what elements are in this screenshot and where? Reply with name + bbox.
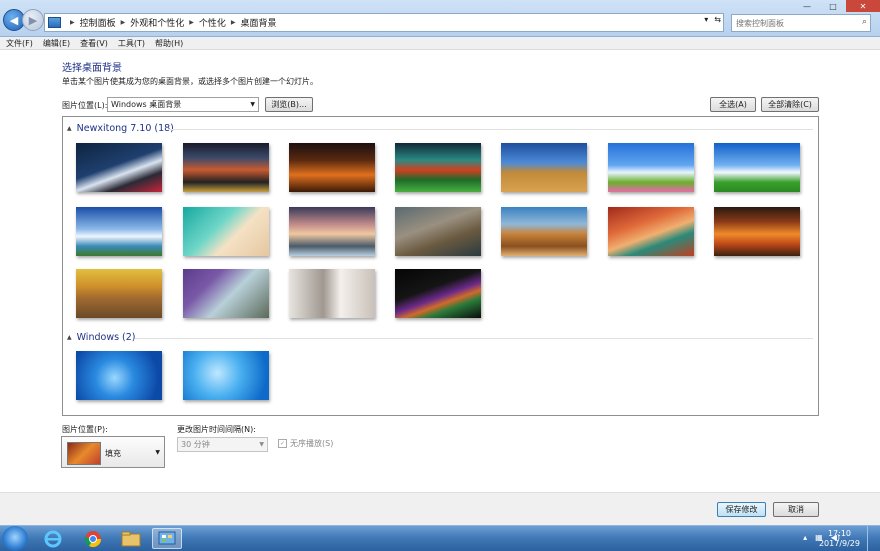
- clock-time: 17:10: [827, 529, 852, 538]
- breadcrumb-separator-icon: ▶: [70, 19, 75, 26]
- file-explorer-icon[interactable]: [116, 528, 146, 549]
- show-desktop-button[interactable]: [867, 526, 880, 551]
- wallpaper-thumbnail-autumn-flood-trees[interactable]: [76, 269, 162, 318]
- wallpaper-thumbnail-city-street-night[interactable]: [183, 143, 269, 192]
- menu-edit[interactable]: 编辑(E): [43, 38, 70, 49]
- group-header-newxitong[interactable]: ▲ Newxitong 7.10 (18): [67, 123, 174, 134]
- page-title: 选择桌面背景: [62, 63, 122, 74]
- page-description: 单击某个图片使其成为您的桌面背景，或选择多个图片创建一个幻灯片。: [62, 77, 318, 86]
- interval-value: 30 分钟: [181, 440, 210, 449]
- maximize-button[interactable]: □: [820, 0, 846, 12]
- breadcrumb: ▶ 控制面板 ▶ 外观和个性化 ▶ 个性化 ▶ 桌面背景: [65, 16, 277, 29]
- forward-button[interactable]: ▶: [22, 9, 44, 31]
- chevron-down-icon: ▼: [250, 101, 255, 108]
- collapse-icon[interactable]: ▲: [67, 125, 72, 132]
- search-input[interactable]: [732, 17, 848, 29]
- picture-position-value: 填充: [105, 449, 121, 458]
- picture-location-label: 图片位置(L):: [62, 101, 108, 110]
- wallpaper-thumbnail-sunset-lake-trees[interactable]: [714, 207, 800, 256]
- breadcrumb-separator-icon: ▶: [230, 19, 236, 26]
- clock-date: 2017/9/29: [818, 539, 860, 548]
- start-button[interactable]: [2, 526, 28, 551]
- select-all-button[interactable]: 全选(A): [710, 97, 756, 112]
- picture-location-select[interactable]: Windows 桌面背景 ▼: [107, 97, 259, 112]
- search-icon[interactable]: ⌕: [862, 17, 867, 27]
- cancel-button[interactable]: 取消: [773, 502, 819, 517]
- control-panel-taskbar-icon[interactable]: [152, 528, 182, 549]
- title-bar: ◀ ▶ ▶ 控制面板 ▶ 外观和个性化 ▶ 个性化 ▶ 桌面背景 ▾ ⇆ ⌕ —…: [0, 0, 880, 37]
- picture-position-select[interactable]: 填充 ▼: [61, 436, 165, 468]
- wallpaper-thumbnail-green-field-sky[interactable]: [714, 143, 800, 192]
- group-header-windows[interactable]: ▲ Windows (2): [67, 332, 136, 343]
- menu-view[interactable]: 查看(V): [80, 38, 108, 49]
- wallpaper-thumbnail-daisy-meadow[interactable]: [608, 143, 694, 192]
- interval-label: 更改图片时间间隔(N):: [177, 425, 256, 434]
- menu-bar: 文件(F) 编辑(E) 查看(V) 工具(T) 帮助(H): [0, 37, 880, 50]
- group-title: Newxitong 7.10 (18): [76, 123, 174, 134]
- shuffle-label: 无序播放(S): [290, 439, 334, 448]
- menu-help[interactable]: 帮助(H): [155, 38, 183, 49]
- wallpaper-thumbnail-coast-rocks-sunset[interactable]: [289, 207, 375, 256]
- breadcrumb-control-panel[interactable]: 控制面板: [80, 16, 116, 29]
- wallpaper-thumbnail-cliff-waterfall[interactable]: [395, 207, 481, 256]
- group-title: Windows (2): [76, 332, 136, 343]
- chrome-icon[interactable]: [78, 528, 108, 549]
- shuffle-checkbox[interactable]: ✓ 无序播放(S): [278, 438, 333, 449]
- wallpaper-thumbnail-windows7-logo[interactable]: [76, 351, 162, 400]
- wallpaper-gallery[interactable]: ▲ Newxitong 7.10 (18) ▲ Windows (2): [62, 116, 819, 416]
- wallpaper-thumbnail-wind-turbine-coast[interactable]: [76, 207, 162, 256]
- breadcrumb-appearance[interactable]: 外观和个性化: [130, 16, 184, 29]
- breadcrumb-separator-icon: ▶: [189, 19, 194, 26]
- tray-arrow-icon[interactable]: ▴: [803, 533, 807, 542]
- wallpaper-thumbnail-sunset-grass[interactable]: [289, 143, 375, 192]
- interval-select[interactable]: 30 分钟 ▼: [177, 437, 268, 452]
- wallpaper-thumbnail-girl-window[interactable]: [289, 269, 375, 318]
- breadcrumb-separator-icon: ▶: [120, 19, 126, 26]
- wallpaper-thumbnail-rainbow-dark[interactable]: [395, 269, 481, 318]
- wallpaper-thumbnail-chainlink-fence-hand[interactable]: [183, 269, 269, 318]
- refresh-icon[interactable]: ⇆: [714, 15, 721, 24]
- wallpaper-thumbnail-windows-daisies[interactable]: [183, 351, 269, 400]
- checkbox-icon[interactable]: ✓: [278, 439, 287, 448]
- wallpaper-thumbnail-green-road-sunset[interactable]: [395, 143, 481, 192]
- internet-explorer-icon[interactable]: [38, 528, 68, 549]
- save-button[interactable]: 保存修改: [717, 502, 766, 517]
- breadcrumb-desktop-background[interactable]: 桌面背景: [241, 16, 277, 29]
- address-bar[interactable]: ▶ 控制面板 ▶ 外观和个性化 ▶ 个性化 ▶ 桌面背景 ▾ ⇆: [44, 13, 724, 32]
- group-divider: [135, 338, 813, 339]
- breadcrumb-personalization[interactable]: 个性化: [199, 16, 226, 29]
- address-dropdown-icon[interactable]: ▾: [704, 15, 708, 24]
- picture-location-value: Windows 桌面背景: [111, 100, 182, 109]
- menu-file[interactable]: 文件(F): [6, 38, 33, 49]
- wallpaper-thumbnail-anime-moon-night[interactable]: [76, 143, 162, 192]
- clock[interactable]: 17:10 2017/9/29: [819, 529, 860, 549]
- position-preview-image: [67, 442, 101, 465]
- wallpaper-thumbnail-beach-aerial[interactable]: [183, 207, 269, 256]
- wallpaper-thumbnail-hay-bale-field[interactable]: [501, 143, 587, 192]
- chevron-down-icon: ▼: [155, 449, 160, 456]
- collapse-icon[interactable]: ▲: [67, 334, 72, 341]
- picture-position-label: 图片位置(P):: [62, 425, 108, 434]
- browse-button[interactable]: 浏览(B)...: [265, 97, 313, 112]
- taskbar: ▴ ▦ ◀) 17:10 2017/9/29: [0, 525, 880, 551]
- wallpaper-thumbnail-pyramids-dunes[interactable]: [501, 207, 587, 256]
- menu-tools[interactable]: 工具(T): [118, 38, 145, 49]
- control-panel-icon: [48, 17, 61, 28]
- clear-all-button[interactable]: 全部清除(C): [761, 97, 819, 112]
- chevron-down-icon: ▼: [259, 441, 264, 448]
- minimize-button[interactable]: —: [794, 0, 820, 12]
- search-box[interactable]: ⌕: [731, 14, 871, 32]
- window-controls: — □ ✕: [794, 0, 880, 12]
- close-button[interactable]: ✕: [846, 0, 880, 12]
- group-divider: [168, 129, 813, 130]
- wallpaper-thumbnail-red-canyon-river[interactable]: [608, 207, 694, 256]
